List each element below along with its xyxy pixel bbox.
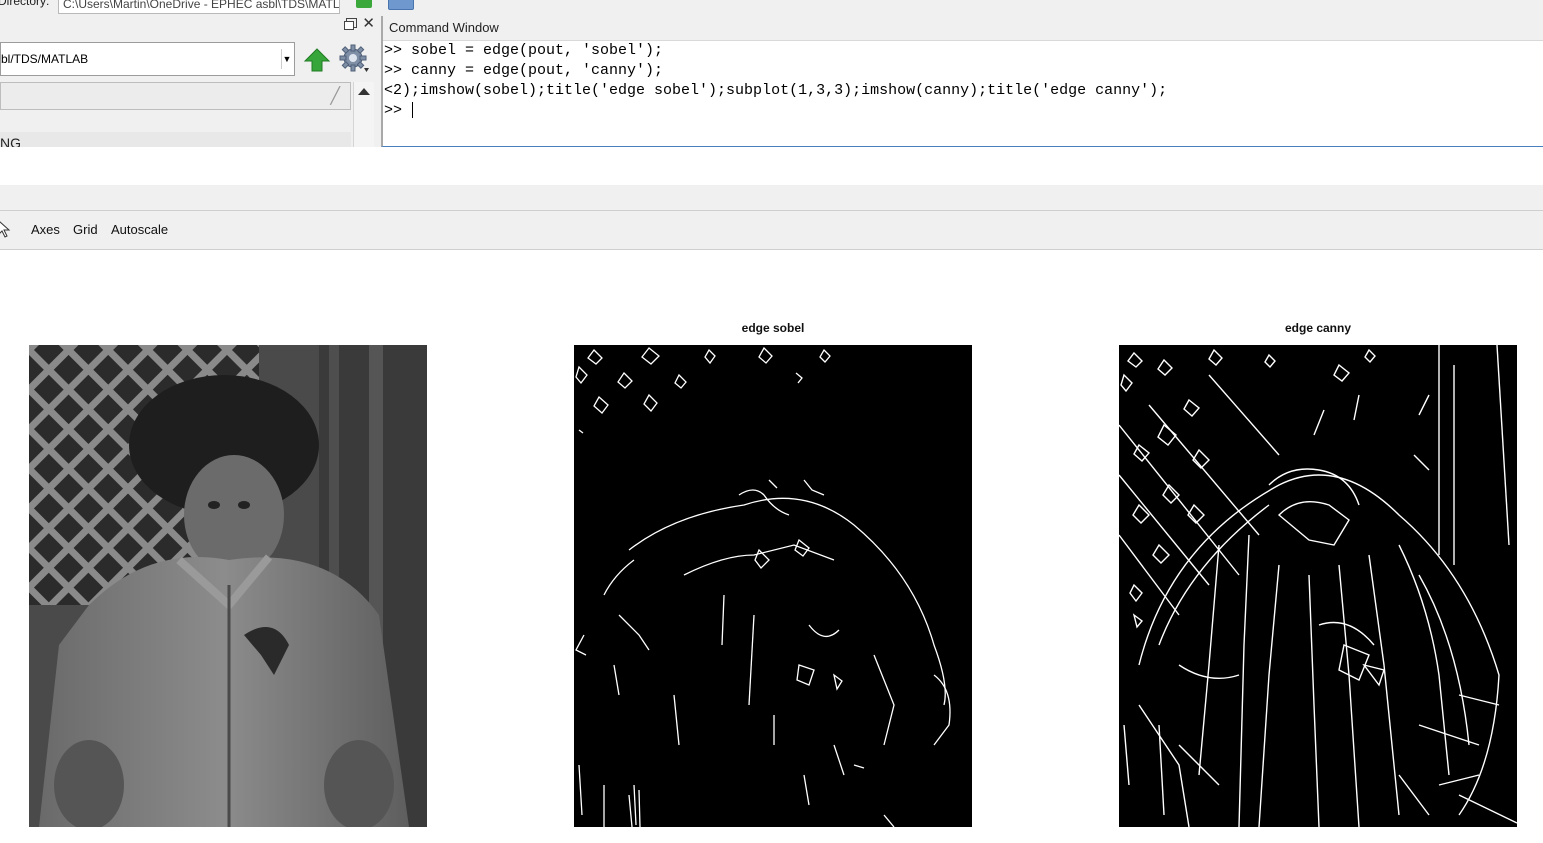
pointer-icon[interactable]: [0, 220, 12, 238]
go-up-icon[interactable]: [356, 0, 372, 8]
file-list-item[interactable]: NG: [0, 132, 351, 147]
vertical-scrollbar[interactable]: [353, 82, 374, 147]
command-window[interactable]: Command Window >> sobel = edge(pout, 'so…: [381, 16, 1543, 147]
command-line: >> sobel = edge(pout, 'sobel');: [384, 42, 664, 59]
command-line: >> canny = edge(pout, 'canny');: [384, 62, 664, 79]
browse-folder-icon[interactable]: [388, 0, 414, 10]
command-prompt[interactable]: >>: [383, 101, 1543, 121]
panel-controls: ✕: [344, 16, 375, 31]
figure-toolbar: Axes Grid Autoscale: [0, 211, 1543, 250]
photo-image: [29, 345, 427, 827]
subplot-original-photo: [29, 345, 427, 827]
axes-button[interactable]: Axes: [31, 222, 60, 237]
chevron-down-icon[interactable]: ▼: [281, 49, 292, 69]
canny-edge-image: [1119, 345, 1517, 827]
command-line: <2);imshow(sobel);title('edge sobel');su…: [384, 82, 1168, 99]
subplot-edge-sobel: [574, 345, 972, 827]
figure-menubar: [0, 185, 1543, 211]
autoscale-button[interactable]: Autoscale: [111, 222, 168, 237]
subplot-title-sobel: edge sobel: [741, 321, 805, 335]
subplot-title-canny: edge canny: [1284, 321, 1352, 335]
scroll-up-icon[interactable]: [358, 88, 370, 95]
grid-button[interactable]: Grid: [73, 222, 98, 237]
undock-icon[interactable]: [344, 18, 358, 30]
command-window-title: Command Window: [383, 16, 1543, 41]
directory-label: Directory:: [0, 0, 50, 8]
text-cursor: [412, 102, 414, 119]
current-folder-toolbar: Directory: C:\Users\Martin\OneDrive - EP…: [0, 0, 1543, 16]
gear-icon[interactable]: [339, 44, 369, 74]
up-one-level-icon[interactable]: [303, 46, 331, 74]
sobel-edge-image: [574, 345, 972, 827]
directory-path-field[interactable]: C:\Users\Martin\OneDrive - EPHEC asbl\TD…: [58, 0, 340, 14]
folder-address-field[interactable]: bl/TDS/MATLAB ▼: [0, 42, 295, 76]
filter-field[interactable]: ╱: [0, 82, 351, 110]
clear-filter-icon[interactable]: ╱: [330, 86, 340, 106]
prompt-text: >>: [384, 102, 412, 119]
folder-address-text: bl/TDS/MATLAB: [1, 52, 89, 66]
figure-spacer: [0, 148, 1543, 185]
subplot-edge-canny: [1119, 345, 1517, 827]
close-icon[interactable]: ✕: [362, 16, 375, 31]
current-folder-panel: ✕ bl/TDS/MATLAB ▼ ╱ NG: [0, 16, 381, 147]
